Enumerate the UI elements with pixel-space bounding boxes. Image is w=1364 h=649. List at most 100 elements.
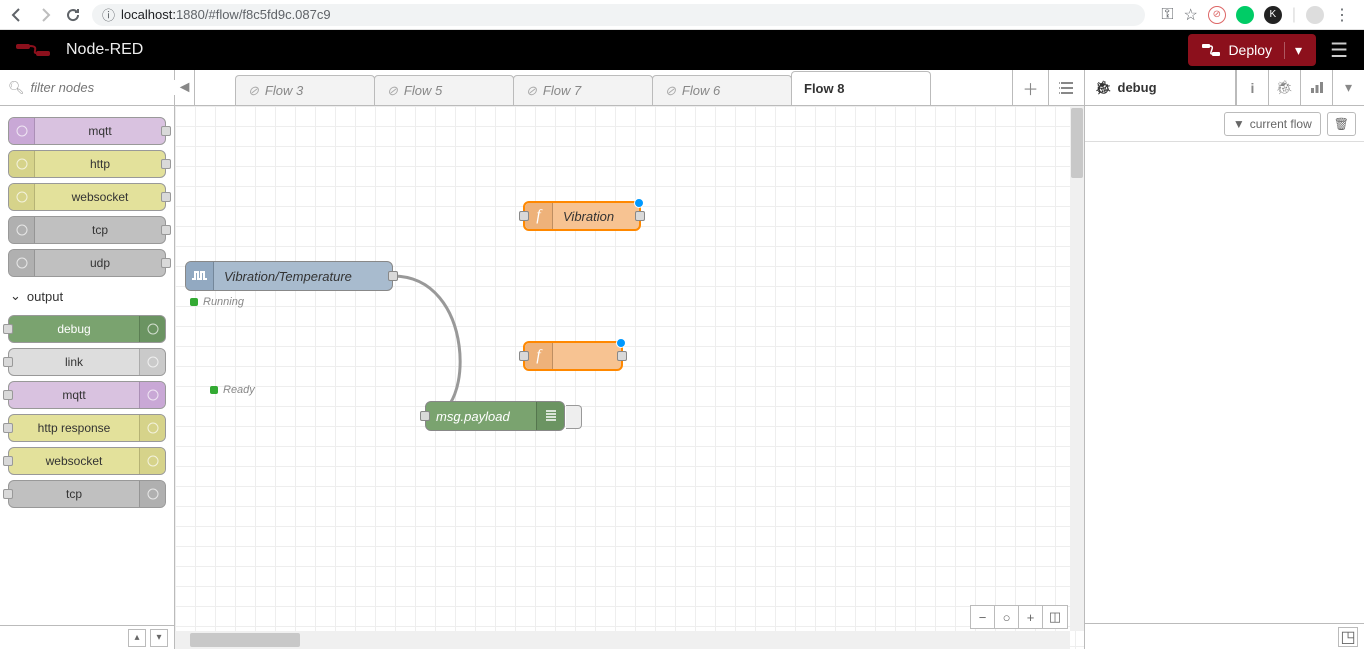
forward-button[interactable] xyxy=(36,6,54,24)
url-host: localhost: xyxy=(121,7,176,22)
node-type-icon xyxy=(9,250,35,276)
node-input-port xyxy=(3,390,13,400)
palette-category-output[interactable]: ⌄ output xyxy=(8,282,166,310)
tab-flow-6[interactable]: ⊘ Flow 6 xyxy=(652,75,792,105)
sidebar-popout-button[interactable]: ◳ xyxy=(1338,627,1358,647)
navigator-button[interactable]: ◫ xyxy=(1043,606,1067,628)
chevron-down-icon: ⌄ xyxy=(10,288,21,304)
node-input-port[interactable] xyxy=(420,411,430,421)
address-bar[interactable]: ⓘ localhost:1880/#flow/f8c5fd9c.087c9 xyxy=(92,4,1145,26)
node-input-port[interactable] xyxy=(519,211,529,221)
palette-node-websocket[interactable]: websocket xyxy=(8,183,166,211)
sidebar-tab-debug[interactable]: 🐞︎ debug xyxy=(1085,70,1236,105)
node-input-port[interactable] xyxy=(519,351,529,361)
disabled-icon: ⊘ xyxy=(665,83,676,99)
add-tab-button[interactable]: ＋ xyxy=(1012,70,1048,105)
palette-body[interactable]: mqtt http websocket tcp udp ⌄ output debug li… xyxy=(0,106,174,625)
palette-node-http[interactable]: http xyxy=(8,150,166,178)
inject-icon xyxy=(186,262,214,290)
palette-node-label: debug xyxy=(9,322,139,336)
tab-scroll-left-button[interactable]: ◄ xyxy=(175,70,195,105)
node-output-port xyxy=(161,192,171,202)
debug-clear-button[interactable]: 🗑︎ xyxy=(1327,112,1356,136)
deploy-button[interactable]: Deploy ▾ xyxy=(1188,34,1316,66)
ext-icon-2[interactable] xyxy=(1236,6,1254,24)
menu-dots-icon[interactable]: ⋮ xyxy=(1334,5,1350,25)
star-icon[interactable]: ☆ xyxy=(1184,5,1198,25)
palette-footer: ▴ ▾ xyxy=(0,625,174,649)
reload-button[interactable] xyxy=(64,6,82,24)
deploy-dropdown-icon[interactable]: ▾ xyxy=(1284,42,1302,59)
zoom-reset-button[interactable]: ○ xyxy=(995,606,1019,628)
palette-node-label: tcp xyxy=(35,223,165,237)
node-label: Vibration xyxy=(553,209,639,224)
sidebar-debug-button[interactable]: 🐞︎ xyxy=(1268,70,1300,105)
debug-toggle[interactable] xyxy=(566,405,582,429)
ext-icon-3[interactable]: K xyxy=(1264,6,1282,24)
palette-expand-down-button[interactable]: ▾ xyxy=(150,629,168,647)
key-icon[interactable]: ⚿ xyxy=(1161,6,1173,24)
disabled-icon: ⊘ xyxy=(387,83,398,99)
flow-canvas[interactable]: Ready Vibration/Temperature Running xyxy=(175,106,1084,649)
palette-node-http-response[interactable]: http response xyxy=(8,414,166,442)
tab-flow-5[interactable]: ⊘Flow 5 xyxy=(374,75,514,105)
palette-node-label: mqtt xyxy=(35,124,165,138)
palette-node-label: http response xyxy=(9,421,139,435)
node-type-icon xyxy=(9,118,35,144)
node-output-port[interactable] xyxy=(388,271,398,281)
node-type-icon xyxy=(139,349,165,375)
sidebar-chart-button[interactable] xyxy=(1300,70,1332,105)
palette-node-websocket[interactable]: websocket xyxy=(8,447,166,475)
palette-node-udp[interactable]: udp xyxy=(8,249,166,277)
main-menu-button[interactable]: ☰ xyxy=(1330,38,1348,63)
palette-node-tcp[interactable]: tcp xyxy=(8,216,166,244)
profile-icon[interactable] xyxy=(1306,6,1324,24)
palette-node-mqtt[interactable]: mqtt xyxy=(8,381,166,409)
node-output-port xyxy=(161,159,171,169)
palette-node-mqtt[interactable]: mqtt xyxy=(8,117,166,145)
canvas-footer: − ○ + ◫ xyxy=(970,605,1068,629)
tab-label: Flow 6 xyxy=(682,83,720,98)
tab-flow-7[interactable]: ⊘Flow 7 xyxy=(513,75,653,105)
sidebar: 🐞︎ debug i 🐞︎ ▾ ▼ current flow 🗑︎ xyxy=(1084,70,1364,649)
node-input-port xyxy=(3,423,13,433)
canvas-scrollbar-horizontal[interactable] xyxy=(175,631,1070,649)
status-dot-icon xyxy=(210,386,218,394)
list-tabs-button[interactable] xyxy=(1048,70,1084,105)
tab-label: Flow 3 xyxy=(265,83,303,98)
palette-collapse-up-button[interactable]: ▴ xyxy=(128,629,146,647)
zoom-in-button[interactable]: + xyxy=(1019,606,1043,628)
node-vibration-temperature[interactable]: Vibration/Temperature Running xyxy=(185,261,393,291)
palette-node-tcp[interactable]: tcp xyxy=(8,480,166,508)
back-button[interactable] xyxy=(8,6,26,24)
ext-icon-1[interactable]: ⊘ xyxy=(1208,6,1226,24)
node-type-icon xyxy=(9,184,35,210)
node-type-icon xyxy=(139,481,165,507)
palette-node-link[interactable]: link xyxy=(8,348,166,376)
tab-flow-3[interactable]: ⊘Flow 3 xyxy=(235,75,375,105)
node-function-empty[interactable]: f xyxy=(523,341,623,371)
canvas-scrollbar-vertical[interactable] xyxy=(1070,106,1084,631)
node-output-port[interactable] xyxy=(617,351,627,361)
sidebar-info-button[interactable]: i xyxy=(1236,70,1268,105)
node-type-icon xyxy=(139,316,165,342)
debug-filter-button[interactable]: ▼ current flow xyxy=(1224,112,1321,136)
sidebar-footer: ◳ xyxy=(1085,623,1364,649)
node-output-port xyxy=(161,225,171,235)
node-changed-icon xyxy=(634,198,644,208)
tab-flow-8[interactable]: Flow 8 xyxy=(791,71,931,105)
debug-messages[interactable] xyxy=(1085,142,1364,623)
node-output-port[interactable] xyxy=(635,211,645,221)
sidebar-more-button[interactable]: ▾ xyxy=(1332,70,1364,105)
sidebar-tabs: 🐞︎ debug i 🐞︎ ▾ xyxy=(1085,70,1364,106)
node-vibration-function[interactable]: f Vibration xyxy=(523,201,641,231)
bug-icon: 🐞︎ xyxy=(1095,80,1112,96)
node-output-port xyxy=(161,126,171,136)
zoom-out-button[interactable]: − xyxy=(971,606,995,628)
tab-label: Flow 7 xyxy=(543,83,581,98)
palette-node-label: link xyxy=(9,355,139,369)
nodered-logo xyxy=(16,40,56,60)
node-debug[interactable]: msg.payload xyxy=(425,401,565,431)
palette-node-debug[interactable]: debug xyxy=(8,315,166,343)
palette: 🔍︎ mqtthttpwebsockettcpudp ⌄ output debu… xyxy=(0,70,175,649)
